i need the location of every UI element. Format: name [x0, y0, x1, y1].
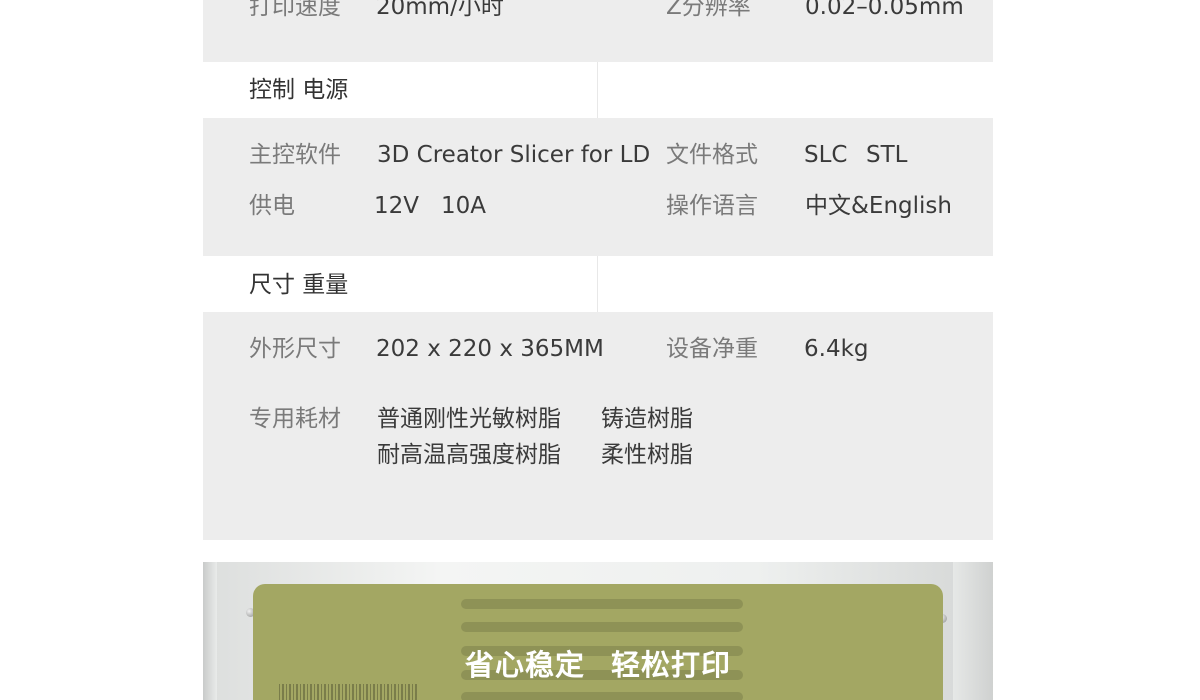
control-power-block: 主控软件 3D Creator Slicer for LD 文件格式 SLC S…: [203, 118, 993, 256]
printer-frame-left: [203, 562, 217, 700]
dimension-label: 外形尺寸: [249, 336, 341, 362]
material-label: 专用耗材: [249, 406, 341, 432]
print-speed-value: 20mm/小时: [376, 0, 504, 20]
size-weight-header: 尺寸 重量: [249, 272, 349, 298]
control-power-header: 控制 电源: [249, 77, 349, 103]
material-item: 普通刚性光敏树脂: [377, 406, 561, 432]
software-label: 主控软件: [249, 142, 341, 168]
z-resolution-label: Z分辨率: [666, 0, 751, 20]
printer-cover-panel: 省心稳定 轻松打印: [253, 584, 943, 700]
material-item: 耐高温高强度树脂: [377, 442, 561, 468]
power-current: 10A: [441, 193, 487, 219]
vent-slot: [461, 622, 743, 632]
size-weight-header-row: 尺寸 重量: [203, 256, 993, 312]
language-value: 中文&English: [805, 193, 952, 219]
header-divider: [597, 256, 598, 312]
weight-value: 6.4kg: [804, 336, 869, 362]
slogan-part-1: 省心稳定: [464, 648, 585, 682]
header-divider: [597, 62, 598, 118]
print-speed-label: 打印速度: [249, 0, 341, 20]
slogan-part-2: 轻松打印: [611, 648, 732, 682]
vent-slot: [461, 599, 743, 609]
software-value: 3D Creator Slicer for LD: [377, 142, 651, 168]
power-voltage: 12V: [374, 193, 420, 219]
slogan: 省心稳定 轻松打印: [253, 642, 943, 684]
vent-slot: [461, 692, 743, 700]
size-weight-block: 外形尺寸 202 x 220 x 365MM 设备净重 6.4kg 专用耗材 普…: [203, 312, 993, 540]
weight-label: 设备净重: [666, 336, 758, 362]
file-format-label: 文件格式: [666, 142, 758, 168]
dimension-value: 202 x 220 x 365MM: [376, 336, 604, 362]
z-resolution-value: 0.02–0.05mm: [805, 0, 964, 20]
product-banner: 省心稳定 轻松打印: [203, 562, 993, 700]
power-label: 供电: [249, 193, 295, 219]
material-item: 铸造树脂: [601, 406, 693, 432]
printer-frame-right: [953, 562, 993, 700]
print-spec-block: 打印速度 20mm/小时 Z分辨率 0.02–0.05mm: [203, 0, 993, 62]
barcode-label: [279, 684, 419, 700]
file-format-slc: SLC: [804, 142, 848, 168]
control-power-header-row: 控制 电源: [203, 62, 993, 118]
language-label: 操作语言: [666, 193, 758, 219]
material-item: 柔性树脂: [601, 442, 693, 468]
file-format-stl: STL: [866, 142, 908, 168]
